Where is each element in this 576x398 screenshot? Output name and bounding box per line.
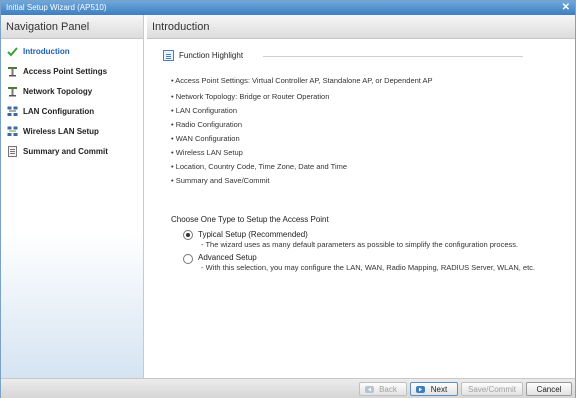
setup-type-label: Choose One Type to Setup the Access Poin… (171, 215, 329, 224)
advanced-setup-radio[interactable] (183, 254, 193, 264)
content-panel: Introduction Function Highlight • Access… (147, 15, 575, 378)
function-highlight-title: Function Highlight (179, 51, 244, 60)
content-header: Introduction (147, 15, 575, 39)
list-icon (163, 50, 174, 61)
nav-item-label: LAN Configuration (23, 107, 95, 116)
nav-item-introduction[interactable]: Introduction (1, 44, 143, 62)
cancel-button[interactable]: Cancel (526, 382, 572, 396)
nav-item-lan-configuration[interactable]: LAN Configuration (1, 104, 143, 122)
feature-bullet: • Wireless LAN Setup (171, 148, 243, 157)
wireless-network-icon (7, 126, 18, 136)
save-commit-button[interactable]: Save/Commit (461, 382, 523, 396)
function-highlight-section: Function Highlight (163, 50, 523, 62)
nav-item-label: Wireless LAN Setup (23, 127, 99, 136)
title-bar: Initial Setup Wizard (AP510) ✕ (1, 1, 575, 15)
nav-panel-header: Navigation Panel (1, 15, 143, 39)
network-icon (7, 106, 18, 116)
next-button[interactable]: Next (410, 382, 458, 396)
advanced-setup-description: - With this selection, you may configure… (201, 263, 536, 272)
navigation-panel: Navigation Panel Introduction Access Poi… (1, 15, 144, 378)
nav-item-label: Summary and Commit (23, 147, 108, 156)
nav-item-wireless-lan-setup[interactable]: Wireless LAN Setup (1, 124, 143, 142)
nav-item-label: Network Topology (23, 87, 93, 96)
feature-bullet: • Summary and Save/Commit (171, 176, 270, 185)
document-icon (8, 146, 17, 157)
typical-setup-radio[interactable] (183, 230, 193, 240)
nav-item-access-point-settings[interactable]: Access Point Settings (1, 64, 143, 82)
nav-item-network-topology[interactable]: Network Topology (1, 84, 143, 102)
typical-setup-label[interactable]: Typical Setup (Recommended) (198, 230, 308, 239)
antenna-icon (8, 87, 17, 97)
save-commit-button-label: Save/Commit (467, 385, 516, 394)
feature-bullet: • Access Point Settings: Virtual Control… (171, 76, 433, 85)
feature-bullet: • Location, Country Code, Time Zone, Dat… (171, 162, 348, 171)
back-button-label: Back (379, 385, 397, 394)
divider (263, 56, 523, 57)
advanced-setup-label[interactable]: Advanced Setup (198, 253, 257, 262)
nav-item-label: Introduction (23, 47, 70, 56)
cancel-button-label: Cancel (536, 385, 562, 394)
check-icon (7, 47, 18, 57)
window-title: Initial Setup Wizard (AP510) (6, 3, 107, 12)
feature-bullet: • WAN Configuration (171, 134, 240, 143)
nav-item-label: Access Point Settings (23, 67, 108, 76)
back-button[interactable]: Back (359, 382, 407, 396)
nav-item-summary-and-commit[interactable]: Summary and Commit (1, 144, 143, 162)
footer-button-bar: Back Next Save/Commit Cancel (1, 378, 575, 398)
typical-setup-description: - The wizard uses as many default parame… (201, 240, 519, 249)
next-button-label: Next (430, 385, 448, 394)
antenna-icon (8, 67, 17, 77)
close-icon[interactable]: ✕ (562, 2, 570, 13)
feature-bullet: • Network Topology: Bridge or Router Ope… (171, 92, 330, 101)
feature-bullet: • Radio Configuration (171, 120, 243, 129)
feature-bullet: • LAN Configuration (171, 106, 237, 115)
setup-wizard-window: Initial Setup Wizard (AP510) ✕ Navigatio… (0, 0, 576, 398)
